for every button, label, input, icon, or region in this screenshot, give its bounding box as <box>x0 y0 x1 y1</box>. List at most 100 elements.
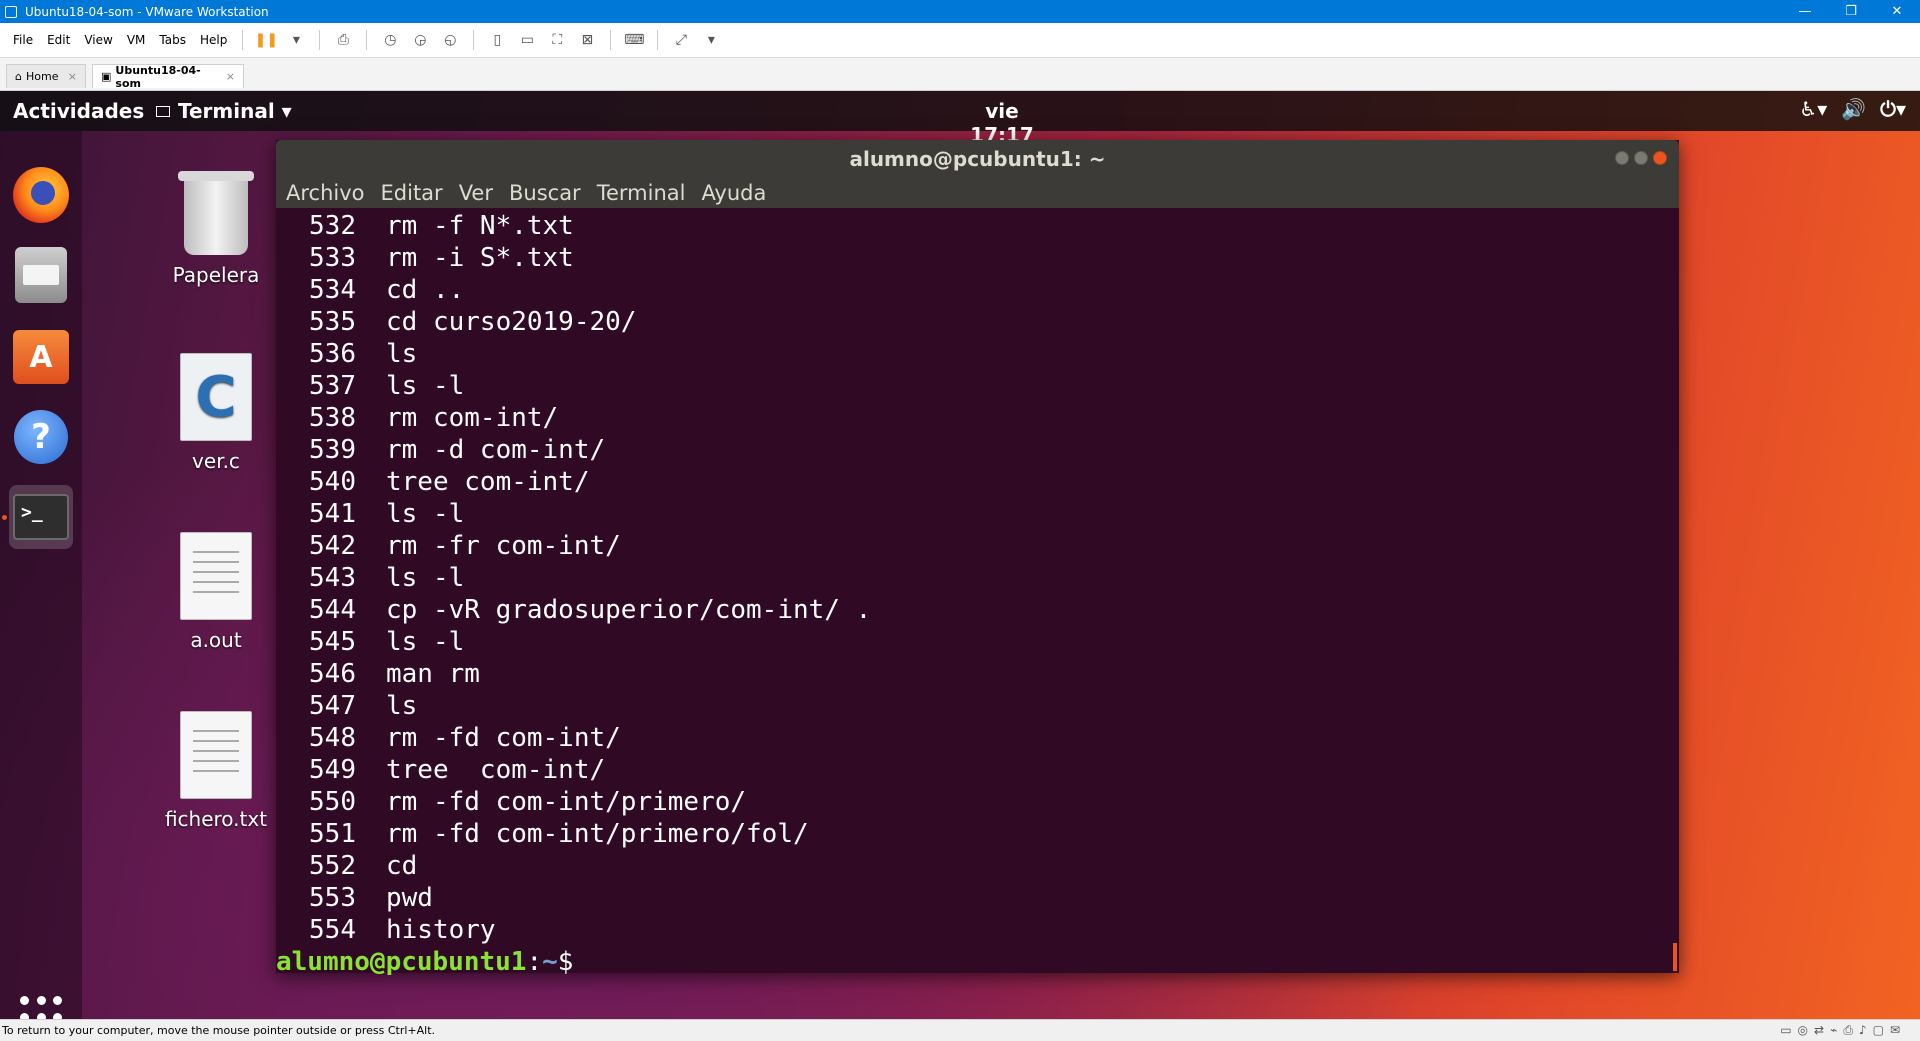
close-icon[interactable]: × <box>68 70 77 83</box>
terminal-menubar: Archivo Editar Ver Buscar Terminal Ayuda <box>276 178 1679 208</box>
volume-icon[interactable]: 🔊 <box>1841 97 1866 121</box>
app-menu-terminal[interactable]: Terminal ▾ <box>156 99 292 123</box>
pause-icon[interactable]: ❚❚ <box>255 29 278 51</box>
guest-screen[interactable]: Actividades Terminal ▾ vie 17:17 ♿▾ 🔊 ⏻▾… <box>0 91 1920 1019</box>
dock-files[interactable] <box>9 243 73 307</box>
app-menu-label: Terminal ▾ <box>178 99 292 123</box>
accessibility-icon[interactable]: ♿▾ <box>1799 97 1827 121</box>
power-icon[interactable]: ⏻▾ <box>1880 97 1906 121</box>
library-view-icon[interactable]: ▯ <box>486 29 508 51</box>
sound-icon[interactable]: ♪ <box>1859 1023 1867 1038</box>
activities-button[interactable]: Actividades <box>13 99 144 123</box>
terminal-window[interactable]: alumno@pcubuntu1: ~ Archivo Editar Ver B… <box>276 140 1679 975</box>
message-icon[interactable]: ✉ <box>1890 1023 1900 1038</box>
menu-archivo[interactable]: Archivo <box>280 181 371 205</box>
history-command: history <box>386 915 496 945</box>
history-number: 549 <box>309 755 356 785</box>
minimize-icon[interactable] <box>1615 151 1629 165</box>
history-command: pwd <box>386 883 433 913</box>
dock-terminal[interactable]: >_ <box>9 485 73 549</box>
dock-software[interactable]: A <box>9 325 73 389</box>
menu-ver[interactable]: Ver <box>453 181 499 205</box>
menu-help[interactable]: Help <box>193 33 234 47</box>
history-row: 547 ls <box>276 690 1679 722</box>
toolbar-separator <box>242 30 244 50</box>
full-screen-icon[interactable]: ⛶ <box>546 29 568 51</box>
tab-home[interactable]: ⌂ Home × <box>6 64 86 88</box>
history-number: 542 <box>309 531 356 561</box>
menu-file[interactable]: File <box>6 33 40 47</box>
restore-button[interactable]: ❐ <box>1828 0 1874 23</box>
cd-drive-icon[interactable]: ◎ <box>1798 1023 1808 1038</box>
tab-label: Ubuntu18-04-som <box>115 63 201 90</box>
history-command: cp -vR gradosuperior/com-int/ . <box>386 595 872 625</box>
history-row: 542 rm -fr com-int/ <box>276 530 1679 562</box>
terminal-titlebar[interactable]: alumno@pcubuntu1: ~ <box>276 140 1679 178</box>
menu-terminal[interactable]: Terminal <box>591 181 692 205</box>
console-view-icon[interactable]: ⌨ <box>623 29 645 51</box>
network-icon[interactable]: ⇄ <box>1814 1023 1824 1038</box>
desktop-icon-label: ver.c <box>192 449 240 473</box>
history-command: ls -l <box>386 499 465 529</box>
history-command: ls -l <box>386 627 465 657</box>
toolbar-separator <box>366 30 368 50</box>
history-command: ls <box>386 339 418 369</box>
history-command: rm -d com-int/ <box>386 435 606 465</box>
history-command: cd curso2019-20/ <box>386 307 637 337</box>
desktop-icon-trash[interactable]: Papelera <box>151 171 281 287</box>
usb-icon[interactable]: ⌁ <box>1830 1023 1837 1038</box>
close-icon[interactable] <box>1653 151 1667 165</box>
history-number: 539 <box>309 435 356 465</box>
prompt-symbol: $ <box>557 947 574 975</box>
desktop-icon-fichero-txt[interactable]: fichero.txt <box>151 711 281 831</box>
dock-help[interactable]: ? <box>9 405 73 469</box>
thumbnail-view-icon[interactable]: ▭ <box>516 29 538 51</box>
tab-ubuntu-vm[interactable]: ▣ Ubuntu18-04-som × <box>92 63 244 90</box>
menu-tabs[interactable]: Tabs <box>152 33 193 47</box>
history-number: 553 <box>309 883 356 913</box>
toolbar-separator <box>657 30 659 50</box>
menu-vm[interactable]: VM <box>120 33 153 47</box>
history-row: 541 ls -l <box>276 498 1679 530</box>
send-ctrl-alt-del-icon[interactable]: ⎙ <box>332 29 354 51</box>
files-icon <box>15 247 67 303</box>
maximize-icon[interactable] <box>1634 151 1648 165</box>
history-number: 540 <box>309 467 356 497</box>
dropdown-arrow-icon[interactable]: ▾ <box>285 29 307 51</box>
minimize-button[interactable]: — <box>1782 0 1828 23</box>
history-number: 535 <box>309 307 356 337</box>
history-row: 550 rm -fd com-int/primero/ <box>276 786 1679 818</box>
unity-icon[interactable]: ⊠ <box>576 29 598 51</box>
display-icon[interactable]: ▢ <box>1873 1023 1884 1038</box>
stretch-icon[interactable]: ⤢ <box>670 29 692 51</box>
prompt-user: alumno@pcubuntu1 <box>276 947 527 975</box>
printer-icon[interactable]: ⎙ <box>1843 1023 1853 1038</box>
history-row: 536 ls <box>276 338 1679 370</box>
shell-prompt[interactable]: alumno@pcubuntu1:~$ <box>276 946 1679 975</box>
terminal-icon: >_ <box>13 494 69 540</box>
menu-edit[interactable]: Edit <box>40 33 77 47</box>
window-controls: — ❐ ✕ <box>1782 0 1920 23</box>
snapshot-icon[interactable]: ◷ <box>379 29 401 51</box>
menu-ayuda[interactable]: Ayuda <box>695 181 772 205</box>
desktop-icon-a-out[interactable]: a.out <box>151 532 281 652</box>
show-applications-icon[interactable] <box>20 996 64 1019</box>
history-number: 551 <box>309 819 356 849</box>
revert-snapshot-icon[interactable]: ◶ <box>409 29 431 51</box>
history-row: 533 rm -i S*.txt <box>276 242 1679 274</box>
snapshot-manager-icon[interactable]: ◵ <box>439 29 461 51</box>
history-command: tree com-int/ <box>386 755 606 785</box>
desktop-icon-ver-c[interactable]: C ver.c <box>151 353 281 473</box>
history-command: rm -fd com-int/ <box>386 723 621 753</box>
menu-editar[interactable]: Editar <box>375 181 449 205</box>
history-row: 540 tree com-int/ <box>276 466 1679 498</box>
dock-firefox[interactable] <box>9 163 73 227</box>
menu-view[interactable]: View <box>77 33 119 47</box>
close-button[interactable]: ✕ <box>1874 0 1920 23</box>
close-icon[interactable]: × <box>226 70 235 83</box>
history-number: 543 <box>309 563 356 593</box>
dropdown-arrow-icon[interactable]: ▾ <box>700 29 722 51</box>
hard-disk-icon[interactable]: ▭ <box>1780 1023 1791 1038</box>
menu-buscar[interactable]: Buscar <box>503 181 587 205</box>
terminal-output[interactable]: 532 rm -f N*.txt 533 rm -i S*.txt 534 cd .. 53… <box>276 208 1679 975</box>
